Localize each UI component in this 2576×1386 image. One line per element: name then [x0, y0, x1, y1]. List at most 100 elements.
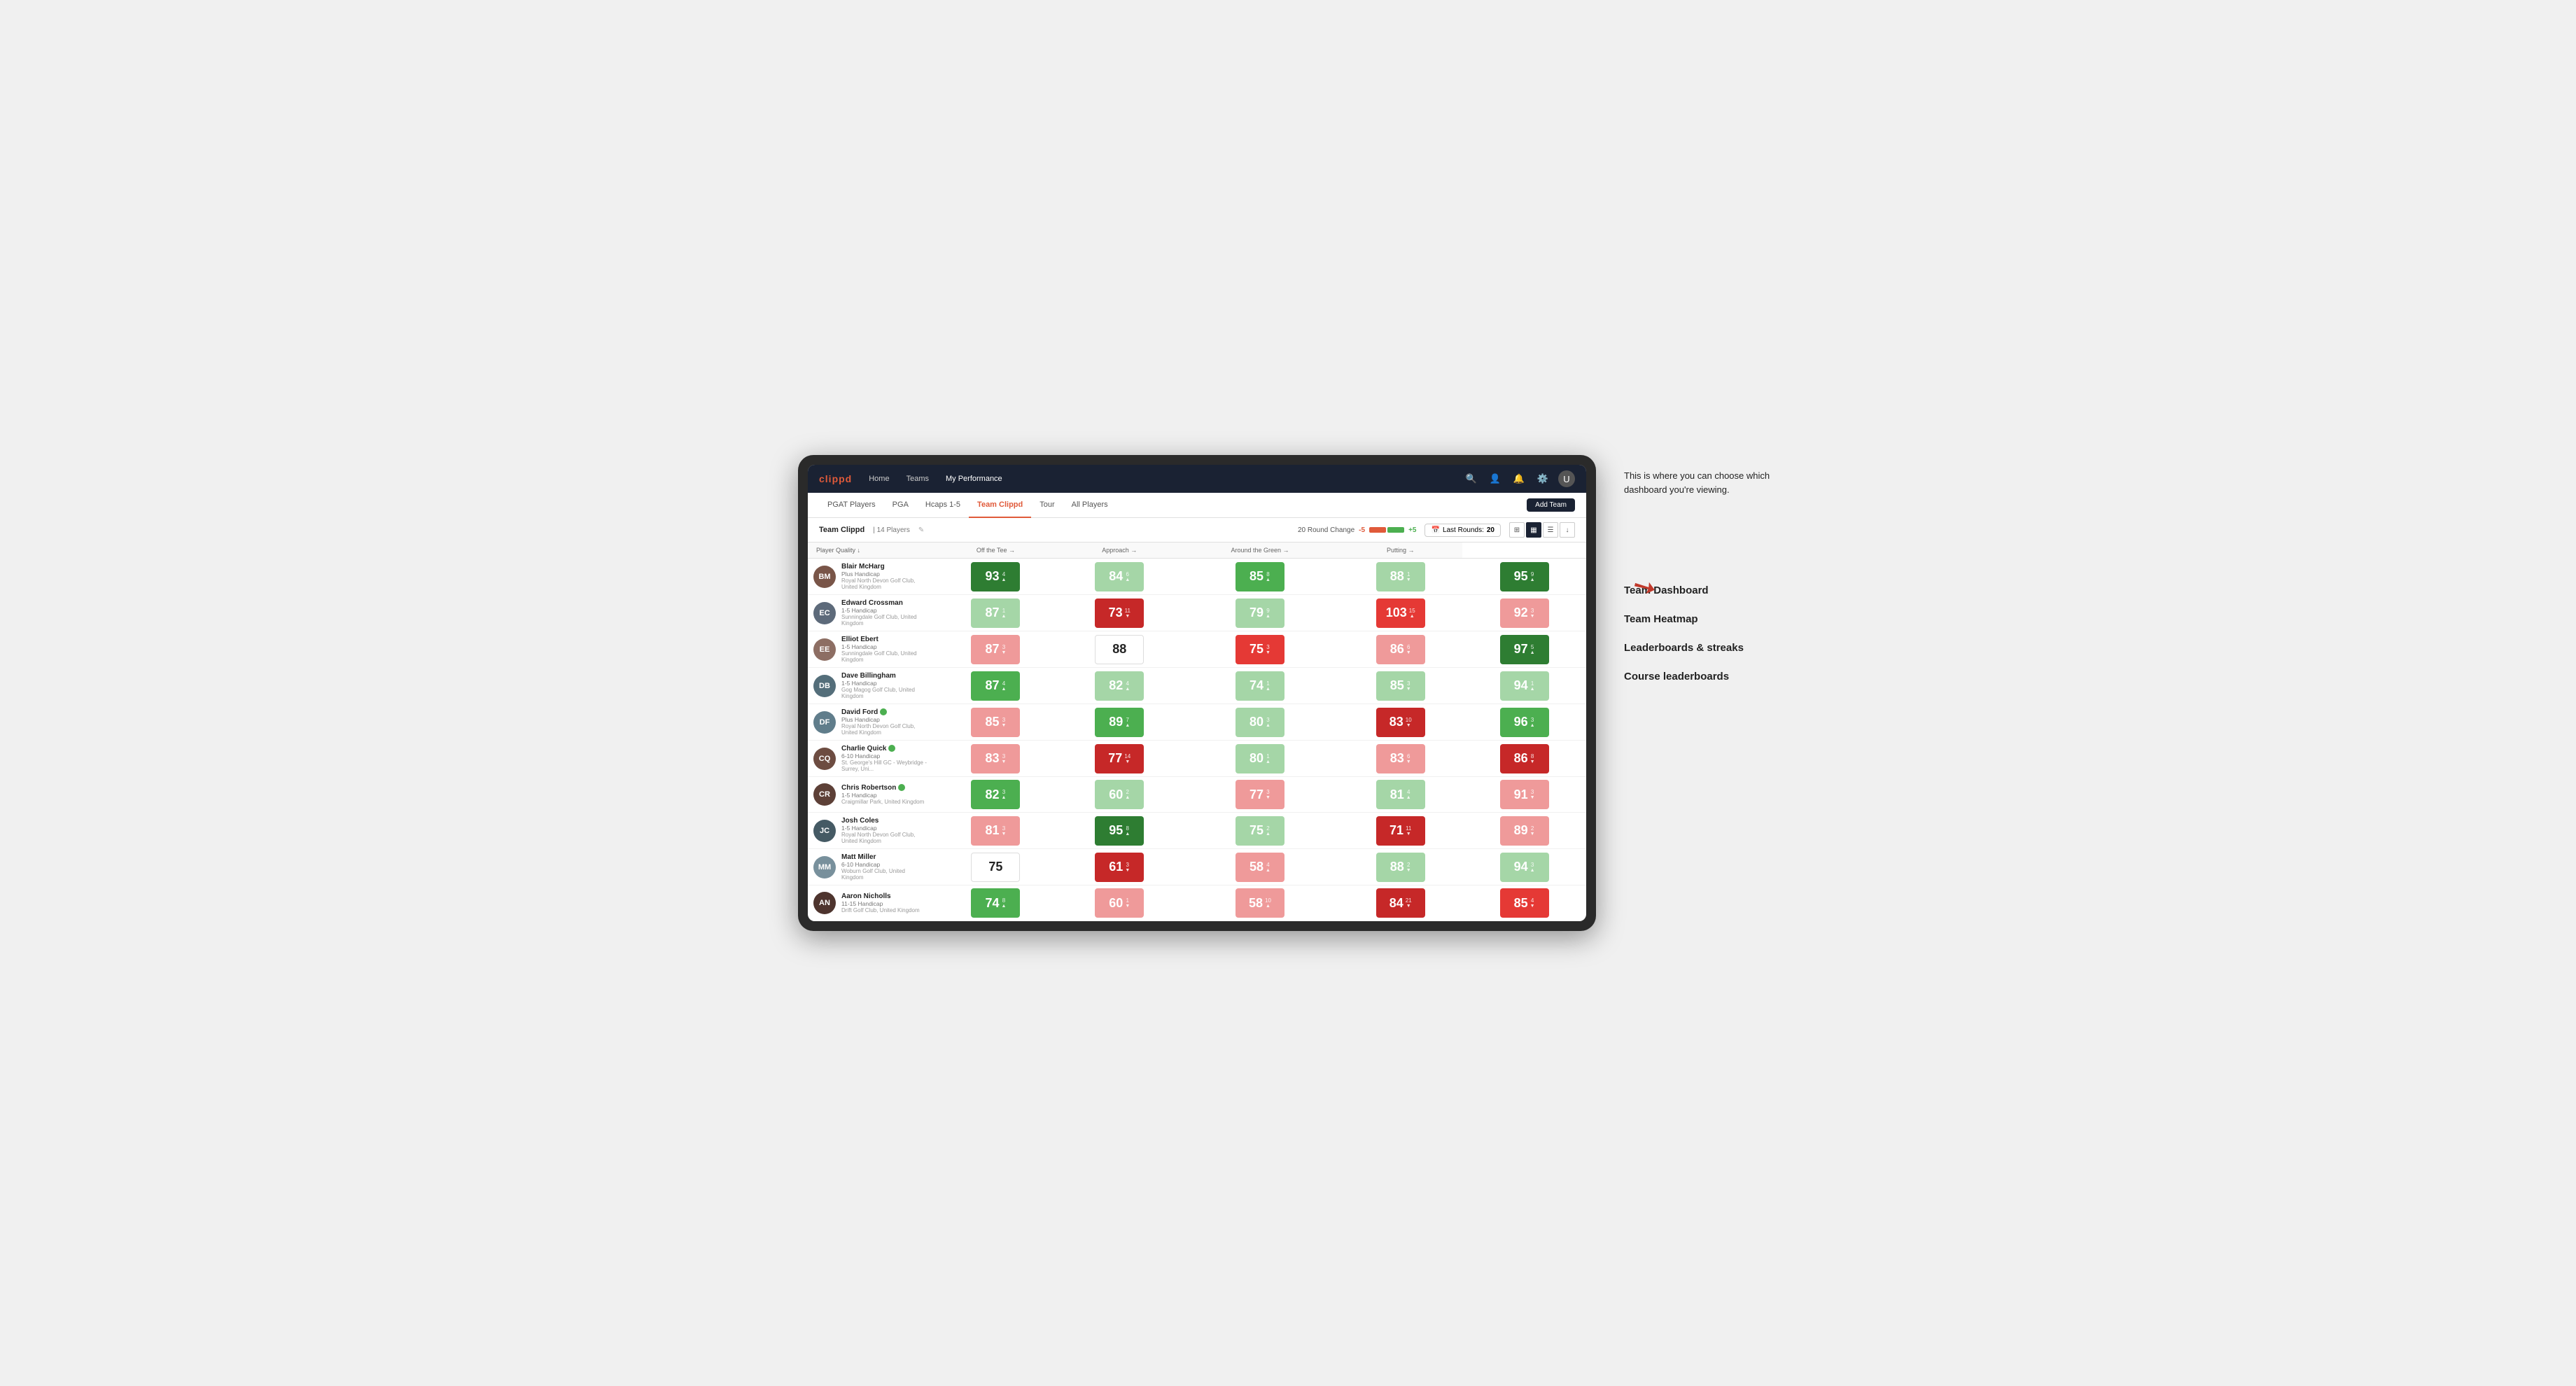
player-cell-9[interactable]: AN Aaron Nicholls 11-15 Handicap Drift G… — [808, 886, 934, 921]
player-cell-5[interactable]: CQ Charlie Quick 6-10 Handicap St. Georg… — [808, 741, 934, 777]
score-value: 82 — [1109, 678, 1123, 693]
player-avatar: EE — [813, 638, 836, 661]
table-row: AN Aaron Nicholls 11-15 Handicap Drift G… — [808, 886, 1586, 921]
score-cell-9-2: 58 10▲ — [1182, 886, 1339, 921]
player-name: Charlie Quick — [841, 745, 928, 752]
table-row: MM Matt Miller 6-10 Handicap Woburn Golf… — [808, 849, 1586, 886]
score-value: 93 — [985, 569, 999, 584]
view-grid-button[interactable]: ⊞ — [1509, 522, 1525, 538]
score-value: 84 — [1109, 569, 1123, 584]
player-cell-4[interactable]: DF David Ford Plus Handicap Royal North … — [808, 704, 934, 741]
player-name: Elliot Ebert — [841, 636, 928, 643]
change-pos-val: +5 — [1408, 526, 1416, 534]
score-cell-3-3: 85 3▼ — [1338, 668, 1462, 704]
score-box: 94 3▲ — [1500, 853, 1549, 882]
player-cell-2[interactable]: EE Elliot Ebert 1-5 Handicap Sunningdale… — [808, 631, 934, 668]
score-value: 81 — [985, 823, 999, 838]
tab-team-clippd[interactable]: Team Clippd — [969, 493, 1031, 518]
player-avatar: AN — [813, 892, 836, 914]
tab-tour[interactable]: Tour — [1031, 493, 1063, 518]
table-row: BM Blair McHarg Plus Handicap Royal Nort… — [808, 559, 1586, 595]
player-avatar: BM — [813, 566, 836, 588]
tab-pgat[interactable]: PGAT Players — [819, 493, 884, 518]
score-box: 82 4▲ — [1095, 671, 1144, 701]
score-cell-9-1: 60 1▼ — [1058, 886, 1182, 921]
view-heatmap-button[interactable]: ▦ — [1526, 522, 1541, 538]
score-value: 85 — [1250, 569, 1264, 584]
score-box: 83 6▼ — [1376, 744, 1425, 774]
player-cell-3[interactable]: DB Dave Billingham 1-5 Handicap Gog Mago… — [808, 668, 934, 704]
score-value: 95 — [1514, 569, 1528, 584]
player-name: Blair McHarg — [841, 563, 928, 570]
player-cell-8[interactable]: MM Matt Miller 6-10 Handicap Woburn Golf… — [808, 849, 934, 886]
player-cell-7[interactable]: JC Josh Coles 1-5 Handicap Royal North D… — [808, 813, 934, 849]
score-change: 8▼ — [1530, 753, 1535, 764]
nav-link-myperformance[interactable]: My Performance — [943, 475, 1005, 483]
score-value: 88 — [1390, 569, 1404, 584]
round-change-area: 20 Round Change -5 +5 — [1298, 526, 1417, 534]
player-cell-0[interactable]: BM Blair McHarg Plus Handicap Royal Nort… — [808, 559, 934, 595]
score-value: 83 — [985, 751, 999, 766]
score-cell-6-1: 60 2▲ — [1058, 777, 1182, 813]
score-change: 1▲ — [1530, 680, 1535, 692]
col-tee: Off the Tee → — [934, 542, 1058, 559]
score-box: 87 3▼ — [971, 635, 1020, 664]
score-cell-1-4: 92 3▼ — [1462, 595, 1586, 631]
score-cell-2-0: 87 3▼ — [934, 631, 1058, 668]
tab-hcaps[interactable]: Hcaps 1-5 — [917, 493, 969, 518]
user-button[interactable]: 👤 — [1487, 470, 1504, 487]
view-export-button[interactable]: ↓ — [1560, 522, 1575, 538]
player-hcap: 1-5 Handicap — [841, 825, 928, 832]
score-box: 75 3▼ — [1236, 635, 1284, 664]
score-value: 88 — [1112, 642, 1126, 657]
last-rounds-button[interactable]: 📅 Last Rounds: 20 — [1424, 524, 1501, 537]
player-club: Royal North Devon Golf Club, United King… — [841, 832, 928, 844]
score-cell-8-0: 75 — [934, 849, 1058, 886]
notifications-button[interactable]: 🔔 — [1511, 470, 1527, 487]
change-bar — [1369, 527, 1404, 533]
nav-link-home[interactable]: Home — [866, 475, 892, 483]
player-club: Sunningdale Golf Club, United Kingdom — [841, 614, 928, 626]
score-box: 92 3▼ — [1500, 598, 1549, 628]
score-cell-6-4: 91 3▼ — [1462, 777, 1586, 813]
tab-pga[interactable]: PGA — [884, 493, 917, 518]
player-info: Blair McHarg Plus Handicap Royal North D… — [841, 563, 928, 590]
score-change: 1▲ — [1266, 680, 1270, 692]
score-box: 88 2▼ — [1376, 853, 1425, 882]
tab-all-players[interactable]: All Players — [1063, 493, 1116, 518]
score-box: 81 4▲ — [1376, 780, 1425, 809]
score-value: 80 — [1250, 715, 1264, 729]
add-team-button[interactable]: Add Team — [1527, 498, 1575, 512]
score-change: 21▼ — [1406, 897, 1412, 909]
score-change: 5▲ — [1530, 644, 1535, 655]
round-change-label: 20 Round Change — [1298, 526, 1354, 534]
score-value: 81 — [1390, 788, 1404, 802]
player-hcap: Plus Handicap — [841, 570, 928, 578]
player-cell-6[interactable]: CR Chris Robertson 1-5 Handicap Craigmil… — [808, 777, 934, 813]
score-value: 83 — [1390, 751, 1404, 766]
profile-button[interactable]: U — [1558, 470, 1575, 487]
score-change: 3▼ — [1125, 862, 1130, 873]
player-cell-1[interactable]: EC Edward Crossman 1-5 Handicap Sunningd… — [808, 595, 934, 631]
table-row: EC Edward Crossman 1-5 Handicap Sunningd… — [808, 595, 1586, 631]
score-change: 10▲ — [1265, 897, 1271, 909]
edit-icon[interactable]: ✎ — [918, 526, 924, 534]
tablet-frame: clippd Home Teams My Performance 🔍 👤 🔔 ⚙… — [798, 455, 1596, 931]
score-box: 77 3▼ — [1236, 780, 1284, 809]
score-cell-0-3: 88 1▼ — [1338, 559, 1462, 595]
nav-link-teams[interactable]: Teams — [904, 475, 932, 483]
score-change: 3▼ — [1530, 789, 1535, 800]
player-avatar: DF — [813, 711, 836, 734]
score-cell-3-4: 94 1▲ — [1462, 668, 1586, 704]
change-pos-bar — [1387, 527, 1404, 533]
team-name: Team Clippd — [819, 526, 864, 534]
score-box: 58 10▲ — [1236, 888, 1284, 918]
score-cell-9-3: 84 21▼ — [1338, 886, 1462, 921]
search-button[interactable]: 🔍 — [1463, 470, 1480, 487]
col-player: Player Quality ↓ — [808, 542, 934, 559]
view-list-button[interactable]: ☰ — [1543, 522, 1558, 538]
player-hcap: 1-5 Handicap — [841, 680, 928, 687]
settings-button[interactable]: ⚙️ — [1534, 470, 1551, 487]
player-hcap: 1-5 Handicap — [841, 643, 928, 650]
score-box: 80 1▲ — [1236, 744, 1284, 774]
